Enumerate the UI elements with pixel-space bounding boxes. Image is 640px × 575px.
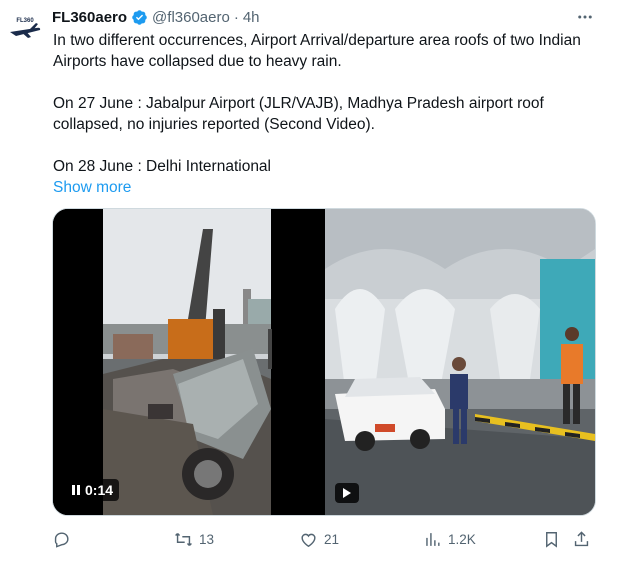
verified-badge-icon [132, 9, 147, 25]
bookmark-button[interactable] [542, 526, 561, 552]
tweet-paragraph: In two different occurrences, Airport Ar… [53, 32, 581, 70]
airplane-logo-icon: FL360 [6, 8, 44, 46]
roof-collapse-car-image [53, 209, 322, 515]
views-chart-icon [426, 532, 440, 546]
tweet-actions-bar: 13 21 1.2K [50, 526, 600, 552]
pause-icon [72, 485, 80, 495]
show-more-link[interactable]: Show more [53, 179, 131, 196]
avatar-label: FL360 [16, 18, 34, 24]
media-container: 0:14 [52, 208, 596, 516]
video-thumbnail-2[interactable] [325, 209, 595, 515]
views-button[interactable]: 1.2K [423, 526, 476, 552]
author-handle[interactable]: @fl360aero [152, 9, 230, 26]
bookmark-icon [546, 531, 557, 548]
video-duration: 0:14 [85, 482, 114, 498]
repost-icon [175, 532, 192, 546]
views-count: 1.2K [448, 531, 476, 547]
tweet-text: In two different occurrences, Airport Ar… [53, 30, 593, 198]
more-options-button[interactable] [574, 6, 596, 28]
more-horizontal-icon [578, 15, 592, 19]
repost-count: 13 [199, 531, 215, 547]
tweet-header: FL360aero @fl360aero · 4h [52, 6, 590, 28]
like-count: 21 [324, 531, 340, 547]
post-time[interactable]: 4h [243, 9, 260, 26]
tweet-paragraph: On 27 June : Jabalpur Airport (JLR/VAJB)… [53, 95, 544, 133]
separator-dot: · [233, 8, 239, 26]
share-icon [574, 530, 589, 546]
delhi-airport-roof-image [325, 209, 595, 515]
reply-button[interactable] [52, 526, 77, 552]
share-button[interactable] [572, 526, 591, 552]
heart-icon [301, 533, 316, 547]
repost-button[interactable]: 13 [174, 526, 214, 552]
video-thumbnail-1[interactable]: 0:14 [53, 209, 322, 515]
play-icon [343, 488, 351, 498]
tweet-paragraph: On 28 June : Delhi International [53, 158, 271, 175]
play-button[interactable] [335, 483, 359, 503]
like-button[interactable]: 21 [299, 526, 339, 552]
reply-icon [54, 531, 69, 548]
video-duration-badge: 0:14 [65, 479, 120, 501]
avatar[interactable]: FL360 [6, 8, 44, 46]
author-name[interactable]: FL360aero [52, 9, 127, 26]
